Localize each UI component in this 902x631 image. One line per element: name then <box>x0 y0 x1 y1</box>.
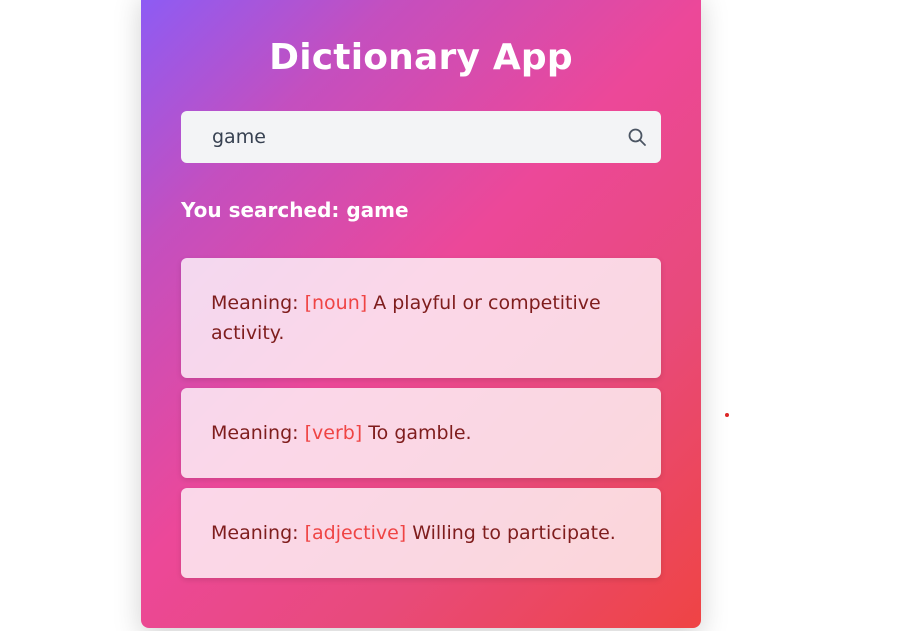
search-box <box>181 111 661 163</box>
part-of-speech: [adjective] <box>304 522 407 544</box>
meaning-prefix: Meaning: <box>211 522 305 544</box>
meaning-card: Meaning: [noun] A playful or competitive… <box>181 258 661 378</box>
searched-prefix: You searched: <box>181 198 347 222</box>
meaning-card: Meaning: [adjective] Willing to particip… <box>181 488 661 578</box>
meaning-definition: To gamble. <box>362 422 472 444</box>
searched-term: game <box>346 198 409 222</box>
search-icon[interactable] <box>627 127 647 147</box>
meaning-text: Meaning: [noun] A playful or competitive… <box>211 288 631 348</box>
meaning-prefix: Meaning: <box>211 422 305 444</box>
app-title: Dictionary App <box>269 37 573 78</box>
meaning-card: Meaning: [verb] To gamble. <box>181 388 661 478</box>
meaning-text: Meaning: [adjective] Willing to particip… <box>211 518 616 548</box>
part-of-speech: [verb] <box>304 422 363 444</box>
search-input[interactable] <box>181 111 621 163</box>
dictionary-card: Dictionary App You searched: game Meanin… <box>141 0 701 628</box>
meaning-prefix: Meaning: <box>211 292 305 314</box>
part-of-speech: [noun] <box>304 292 368 314</box>
cursor-dot <box>725 413 729 417</box>
meaning-definition: Willing to participate. <box>406 522 616 544</box>
meaning-text: Meaning: [verb] To gamble. <box>211 418 472 448</box>
searched-heading: You searched: game <box>181 198 409 222</box>
